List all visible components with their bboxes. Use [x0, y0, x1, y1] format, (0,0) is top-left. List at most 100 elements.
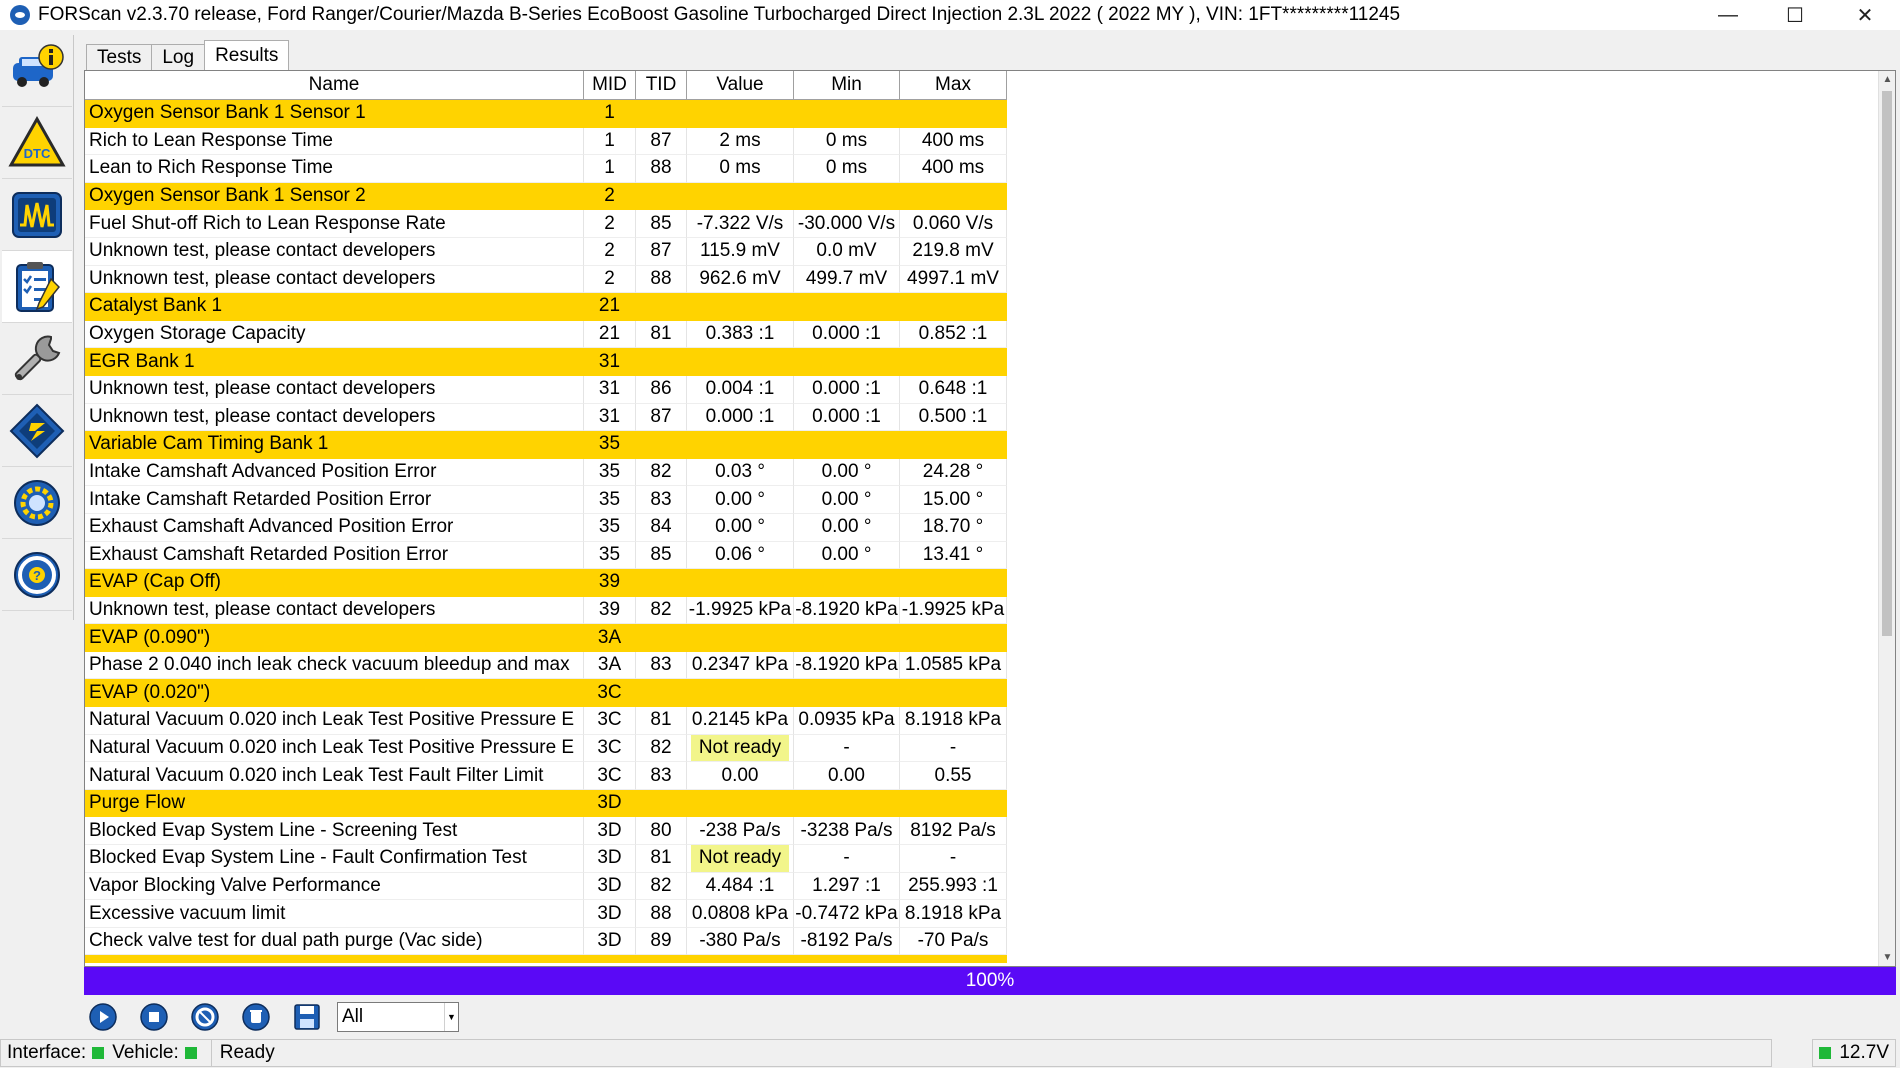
sidebar-item-help[interactable]: ?: [2, 539, 72, 611]
sidebar-item-settings[interactable]: [2, 467, 72, 539]
table-row[interactable]: Unknown test, please contact developers 3…: [85, 375, 1007, 404]
column-header-mid[interactable]: MID: [584, 71, 636, 99]
table-row[interactable]: Check valve test for dual path purge (Va…: [85, 927, 1007, 956]
cell-tid: 81: [636, 707, 687, 735]
chevron-down-icon[interactable]: ▼: [444, 1003, 458, 1031]
group-header-row[interactable]: EGR Bank 1 31: [85, 348, 1007, 376]
group-header-row[interactable]: EVAP (Cap Off) 39: [85, 569, 1007, 597]
table-row[interactable]: Natural Vacuum 0.020 inch Leak Test Faul…: [85, 762, 1007, 790]
cell-name: Unknown test, please contact developers: [85, 375, 584, 404]
stop-button[interactable]: [137, 1000, 171, 1034]
scroll-up-arrow-icon[interactable]: ▲: [1879, 71, 1895, 88]
table-row[interactable]: Oxygen Storage Capacity 21 81 0.383 :1 0.000…: [85, 320, 1007, 349]
table-row[interactable]: Intake Camshaft Retarded Position Error 3…: [85, 486, 1007, 514]
scroll-down-arrow-icon[interactable]: ▼: [1879, 949, 1895, 966]
cell-min: -: [794, 734, 900, 763]
maximize-button[interactable]: ☐: [1760, 0, 1830, 30]
table-row[interactable]: Unknown test, please contact developers 3…: [85, 596, 1007, 625]
cell-mid: 35: [584, 513, 636, 542]
results-filter-select[interactable]: All ▼: [337, 1002, 459, 1032]
cell-mid: 3C: [584, 707, 636, 735]
cell-value: Not ready: [687, 734, 794, 763]
table-row[interactable]: Intake Camshaft Advanced Position Error 3…: [85, 458, 1007, 487]
cell-tid: 89: [636, 927, 687, 956]
cell-tid: 86: [636, 375, 687, 404]
cell-max: 8192 Pa/s: [900, 817, 1007, 846]
results-grid[interactable]: Name MID TID Value Min Max Oxygen Sensor…: [84, 70, 1896, 967]
cell-name: Purge Flow: [85, 789, 584, 818]
cell-max: 13.41 °: [900, 541, 1007, 570]
table-row[interactable]: Phase 2 0.040 inch leak check vacuum ble…: [85, 651, 1007, 680]
table-row[interactable]: Rich to Lean Response Time 1 87 2 ms 0 ms 400…: [85, 127, 1007, 156]
vertical-scrollbar[interactable]: ▲ ▼: [1878, 71, 1895, 966]
column-header-min[interactable]: Min: [794, 71, 900, 99]
group-header-row[interactable]: EVAP (0.090") 3A: [85, 624, 1007, 652]
group-header-row[interactable]: Variable Cam Timing Bank 1 35: [85, 431, 1007, 459]
cell-mid: 3C: [584, 679, 636, 708]
cell-name: Natural Vacuum 0.020 inch Leak Test Posi…: [85, 734, 584, 763]
cell-mid: 35: [584, 458, 636, 487]
save-icon: [294, 1004, 320, 1030]
table-row[interactable]: Unknown test, please contact developers 3…: [85, 403, 1007, 432]
table-row[interactable]: Fuel Shut-off Rich to Lean Response Rate…: [85, 210, 1007, 238]
group-header-row[interactable]: Purge Flow 3D: [85, 789, 1007, 818]
cell-max: [900, 679, 1007, 708]
table-row[interactable]: Blocked Evap System Line - Screening Tes…: [85, 817, 1007, 846]
cell-max: [900, 569, 1007, 597]
scrollbar-thumb[interactable]: [1882, 91, 1892, 636]
cell-tid: [636, 789, 687, 818]
table-row[interactable]: Unknown test, please contact developers 2…: [85, 237, 1007, 266]
group-header-row[interactable]: Oxygen Sensor Bank 1 Sensor 11: [85, 100, 1007, 128]
tab-tests[interactable]: Tests: [86, 44, 153, 70]
tab-log[interactable]: Log: [151, 44, 206, 70]
cell-tid: [636, 293, 687, 321]
table-row[interactable]: Exhaust Camshaft Retarded Position Error…: [85, 541, 1007, 570]
table-row[interactable]: Natural Vacuum 0.020 inch Leak Test Posi…: [85, 707, 1007, 735]
clear-button[interactable]: [239, 1000, 273, 1034]
start-button[interactable]: [86, 1000, 120, 1034]
cell-max: 0.55: [900, 762, 1007, 790]
group-header-row[interactable]: EVAP (0.020") 3C: [85, 679, 1007, 708]
cell-mid: 39: [584, 569, 636, 597]
vehicle-label: Vehicle:: [112, 1042, 179, 1063]
sidebar-item-configuration[interactable]: [2, 395, 72, 467]
sidebar-item-dtc[interactable]: DTC: [2, 107, 72, 179]
cell-max: [900, 348, 1007, 376]
group-header-row[interactable]: Oxygen Sensor Bank 1 Sensor 22: [85, 182, 1007, 211]
close-button[interactable]: ✕: [1830, 0, 1900, 30]
cell-name: Phase 2 0.040 inch leak check vacuum ble…: [85, 651, 584, 680]
cell-name: Exhaust Camshaft Retarded Position Error: [85, 541, 584, 570]
table-row[interactable]: Excessive vacuum limit 3D 88 0.0808 kPa -0.7…: [85, 900, 1007, 928]
table-row[interactable]: Vapor Blocking Valve Performance 3D 82 4.48…: [85, 872, 1007, 901]
column-header-max[interactable]: Max: [900, 71, 1007, 99]
column-header-name[interactable]: Name: [85, 71, 584, 99]
table-row[interactable]: Exhaust Camshaft Advanced Position Error…: [85, 513, 1007, 542]
cell-name: Unknown test, please contact developers: [85, 237, 584, 266]
help-steering-icon: ?: [14, 551, 60, 598]
column-header-value[interactable]: Value: [687, 71, 794, 99]
sidebar-item-service[interactable]: [2, 323, 72, 395]
table-row[interactable]: Unknown test, please contact developers 2…: [85, 265, 1007, 294]
cell-tid: 85: [636, 541, 687, 570]
help-run-button[interactable]: [188, 1000, 222, 1034]
sidebar-item-tests[interactable]: [2, 251, 72, 323]
table-row[interactable]: Lean to Rich Response Time 1 88 0 ms 0 ms 400…: [85, 155, 1007, 183]
svg-text:?: ?: [33, 568, 41, 583]
group-header-row[interactable]: Catalyst Bank 1 21: [85, 293, 1007, 321]
minimize-button[interactable]: —: [1693, 0, 1763, 30]
play-icon: [89, 1003, 117, 1031]
sidebar-item-vehicle-info[interactable]: [2, 35, 72, 107]
table-row[interactable]: Blocked Evap System Line - Fault Confirm…: [85, 845, 1007, 873]
cell-tid: 85: [636, 210, 687, 238]
cell-name: Natural Vacuum 0.020 inch Leak Test Faul…: [85, 762, 584, 790]
tab-results[interactable]: Results: [204, 40, 290, 70]
service-wrench-icon: [14, 335, 61, 380]
column-header-tid[interactable]: TID: [636, 71, 687, 99]
cell-name: EVAP (0.020"): [85, 679, 584, 708]
sidebar-item-oscilloscope[interactable]: [2, 179, 72, 251]
cell-max: -1.9925 kPa: [900, 596, 1007, 625]
table-row[interactable]: Natural Vacuum 0.020 inch Leak Test Posi…: [85, 734, 1007, 763]
cell-mid: 3C: [584, 762, 636, 790]
cell-value: [687, 100, 794, 128]
save-button[interactable]: [290, 1000, 324, 1034]
